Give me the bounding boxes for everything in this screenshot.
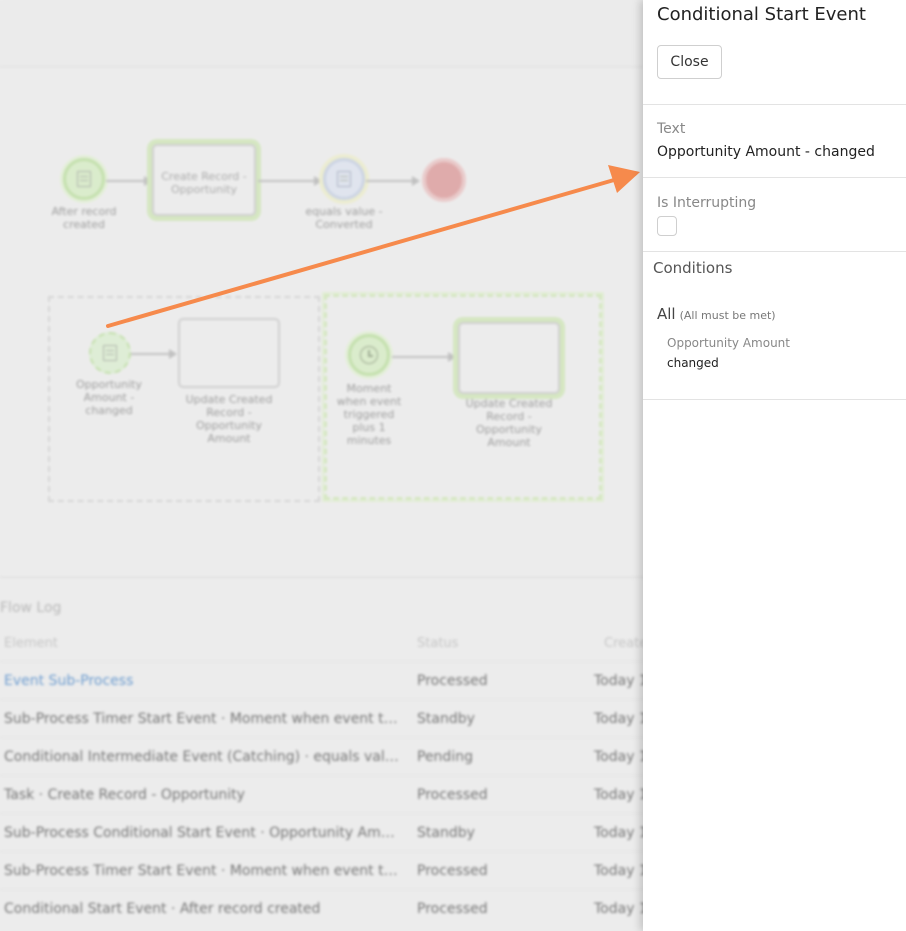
sequence-flow [392, 352, 456, 362]
start-event-after-record-created[interactable] [63, 158, 105, 200]
element-cell: Sub-Process Conditional Start Event · Op… [4, 825, 402, 841]
divider [643, 399, 906, 400]
task-label: Create Record - Opportunity [161, 170, 247, 196]
all-group-header: All (All must be met) [657, 305, 776, 323]
document-icon [337, 171, 351, 187]
created-cell: Today 1 [594, 901, 648, 917]
conditional-start-event-opportunity-amount[interactable] [89, 332, 131, 374]
created-cell: Today 1 [594, 749, 648, 765]
all-note: (All must be met) [679, 309, 776, 322]
clock-icon [360, 346, 378, 364]
element-cell: Conditional Intermediate Event (Catching… [4, 749, 402, 765]
created-cell: Today 1 [594, 787, 648, 803]
element-link[interactable]: Event Sub-Process [4, 673, 402, 689]
detail-panel: Conditional Start Event Close Text Oppor… [643, 0, 906, 931]
task-create-record[interactable]: Create Record - Opportunity [152, 144, 256, 216]
task-update-created-record-1[interactable] [178, 318, 280, 388]
created-cell: Today 1 [594, 673, 648, 689]
is-interrupting-label: Is Interrupting [657, 195, 757, 211]
intermediate-event-label: equals value - Converted [305, 205, 383, 231]
element-cell: Sub-Process Timer Start Event · Moment w… [4, 711, 402, 727]
sub2-task-label: Update Created Record - Opportunity Amou… [465, 397, 553, 449]
element-cell: Conditional Start Event · After record c… [4, 901, 321, 917]
timer-start-event[interactable] [348, 334, 390, 376]
status-cell: Standby [417, 711, 475, 727]
is-interrupting-checkbox[interactable] [657, 216, 677, 236]
document-icon [103, 345, 117, 361]
divider [643, 251, 906, 252]
status-cell: Processed [417, 787, 488, 803]
intermediate-event-equals-value[interactable] [323, 158, 365, 200]
task-update-created-record-2[interactable] [458, 322, 560, 394]
status-cell: Standby [417, 825, 475, 841]
sequence-flow [106, 176, 152, 186]
status-cell: Processed [417, 901, 488, 917]
divider [643, 177, 906, 178]
created-cell: Today 1 [594, 863, 648, 879]
sub2-start-label: Moment when event triggered plus 1 minut… [336, 382, 402, 447]
status-cell: Processed [417, 863, 488, 879]
status-cell: Pending [417, 749, 473, 765]
document-icon [77, 171, 91, 187]
status-cell: Processed [417, 673, 488, 689]
sequence-flow [131, 349, 177, 359]
close-button[interactable]: Close [657, 45, 722, 79]
start-event-label: After record created [51, 205, 117, 231]
sub1-start-label: Opportunity Amount - changed [75, 378, 142, 417]
sequence-flow [366, 176, 420, 186]
text-field-label: Text [657, 121, 686, 137]
divider [643, 104, 906, 105]
created-cell: Today 1 [594, 711, 648, 727]
conditions-heading: Conditions [653, 259, 733, 277]
column-header-status[interactable]: Status [417, 636, 458, 651]
all-label: All [657, 305, 676, 323]
condition-operator: changed [667, 356, 719, 370]
sequence-flow [258, 176, 322, 186]
sub1-task-label: Update Created Record - Opportunity Amou… [185, 393, 273, 445]
text-field-value: Opportunity Amount - changed [657, 144, 875, 160]
panel-title: Conditional Start Event [657, 4, 866, 25]
element-cell: Sub-Process Timer Start Event · Moment w… [4, 863, 402, 879]
end-event[interactable] [422, 158, 466, 202]
column-header-element[interactable]: Element [4, 636, 58, 651]
flow-log-title: Flow Log [0, 600, 62, 616]
created-cell: Today 1 [594, 825, 648, 841]
column-header-created[interactable]: Create [604, 636, 647, 651]
element-cell: Task · Create Record - Opportunity [4, 787, 245, 803]
condition-field: Opportunity Amount [667, 336, 790, 350]
